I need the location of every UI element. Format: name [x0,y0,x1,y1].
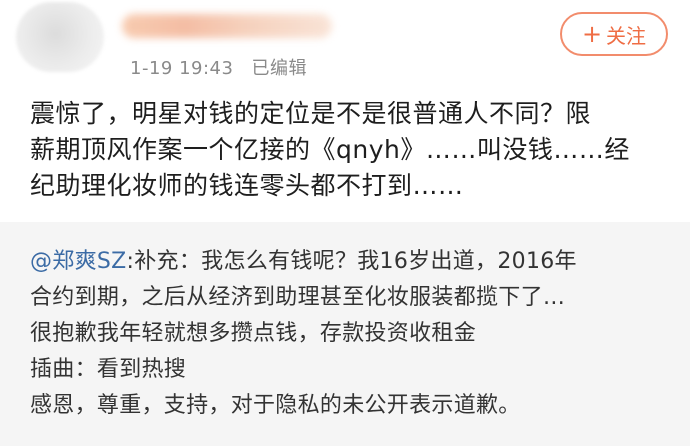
avatar[interactable] [16,2,104,72]
repost-line: 插曲：看到热搜 [30,357,187,382]
content-line: 薪期顶风作案一个亿接的《qnyh》……叫没钱……经 [30,135,630,164]
username-blurred[interactable] [122,14,332,38]
post-meta: 1-19 19:43 已编辑 [130,54,307,80]
quoted-repost[interactable]: @郑爽SZ:补充：我怎么有钱呢？我16岁出道，2016年 合约到期，之后从经济到… [0,222,690,446]
repost-line: @郑爽SZ:补充：我怎么有钱呢？我16岁出道，2016年 [30,244,670,280]
content-line: 纪助理化妆师的钱连零头都不打到…… [30,171,464,200]
mention-link[interactable]: @郑爽SZ [30,249,127,274]
repost-line-text: :补充：我怎么有钱呢？我16岁出道，2016年 [126,249,577,274]
edited-label: 已编辑 [251,58,307,79]
plus-icon: + [581,20,603,48]
repost-line: 合约到期，之后从经济到助理甚至化妆服装都揽下了… [30,285,566,310]
repost-content: @郑爽SZ:补充：我怎么有钱呢？我16岁出道，2016年 合约到期，之后从经济到… [30,244,670,424]
follow-button[interactable]: + 关注 [560,12,668,56]
post-content: 震惊了，明星对钱的定位是不是很普通人不同？限 薪期顶风作案一个亿接的《qnyh》… [30,96,670,204]
content-line: 震惊了，明星对钱的定位是不是很普通人不同？限 [30,99,592,128]
repost-line: 感恩，尊重，支持，对于隐私的未公开表示道歉。 [30,393,521,418]
post-timestamp: 1-19 19:43 [130,58,234,79]
follow-label: 关注 [606,23,647,48]
repost-line: 很抱歉我年轻就想多攒点钱，存款投资收租金 [30,321,477,346]
weibo-post: 1-19 19:43 已编辑 + 关注 震惊了，明星对钱的定位是不是很普通人不同？… [0,0,690,222]
